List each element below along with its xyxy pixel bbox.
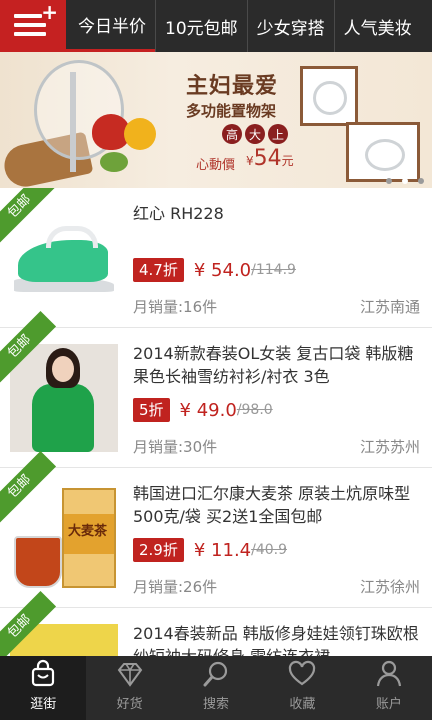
nav-label: 逛街 [30,697,57,712]
nav-label: 搜索 [203,697,230,712]
promo-banner[interactable]: 主妇最爱 多功能置物架 高 大 上 心動價 ¥54元 [0,52,432,188]
bottom-nav-bar: 逛街 好货 搜索 收藏 账户 [0,656,432,720]
green-vegetable-image [100,152,128,172]
nav-label: 账户 [375,697,402,712]
nav-good-picks[interactable]: 好货 [86,656,172,720]
location: 江苏南通 [359,298,420,316]
sale-price: ¥ 11.4 [193,539,252,561]
product-image-blouse [10,344,118,452]
original-price: /40.9 [251,542,288,558]
sale-price: ¥ 49.0 [179,399,237,421]
carousel-dots [386,178,424,184]
nav-favorites[interactable]: 收藏 [259,656,345,720]
menu-line [14,32,46,36]
product-photo-frame [300,66,358,126]
sale-price: ¥ 54.0 [193,259,252,281]
plus-icon: + [41,0,58,24]
carousel-dot-active[interactable] [402,178,408,184]
price-row: 5折 ¥ 49.0 /98.0 [133,398,273,422]
original-price: /98.0 [236,402,273,418]
monthly-sales: 月销量:26件 [133,578,218,596]
location: 江苏苏州 [359,438,420,456]
nav-search[interactable]: 搜索 [173,656,259,720]
carousel-dot[interactable] [418,178,424,184]
pepper-image [124,118,156,150]
banner-currency: ¥ [246,154,254,168]
nav-browse[interactable]: 逛街 [0,656,87,720]
user-icon [374,659,404,689]
banner-price-value: 54 [253,146,282,171]
banner-price: ¥54元 [246,146,294,171]
product-item[interactable]: 包邮 红心 RH228 4.7折 ¥ 54.0 /114.9 月销量:16件 江… [0,188,432,328]
tab-popular-beauty[interactable]: 人气美妆 [333,0,421,52]
rack-photo [313,81,347,115]
search-icon [201,659,231,689]
product-title: 2014春装新品 韩版修身娃娃领钉珠欧根纱短袖大码修身 雪纺连衣裙 [133,624,419,656]
discount-badge: 2.9折 [133,538,184,562]
heart-icon [287,659,317,689]
original-price: /114.9 [251,262,296,278]
banner-tag: 上 [268,124,288,144]
discount-badge: 5折 [133,398,170,422]
top-nav-bar: + 今日半价 10元包邮 少女穿搭 人气美妆 [0,0,432,52]
monthly-sales: 月销量:30件 [133,438,218,456]
location: 江苏徐州 [359,578,420,596]
green-blouse [32,384,94,452]
tab-half-price[interactable]: 今日半价 [66,0,155,52]
diamond-icon [115,659,145,689]
product-item[interactable]: 大麦茶 包邮 韩国进口汇尔康大麦茶 原装土炕原味型 500克/袋 买2送1全国包… [0,450,432,608]
carousel-dot[interactable] [386,178,392,184]
product-title: 红心 RH228 [133,204,224,223]
banner-price-label: 心動價 [196,158,236,173]
nav-label: 好货 [116,697,143,712]
product-image-iron [10,204,118,312]
tab-free-shipping[interactable]: 10元包邮 [155,0,247,52]
rack-image [70,72,76,172]
product-item[interactable]: 包邮 2014春装新品 韩版修身娃娃领钉珠欧根纱短袖大码修身 雪纺连衣裙 [0,590,432,656]
product-list: 包邮 红心 RH228 4.7折 ¥ 54.0 /114.9 月销量:16件 江… [0,188,432,656]
tea-box: 大麦茶 [62,488,116,588]
banner-price-unit: 元 [281,154,294,168]
model-face [52,356,74,382]
banner-subtitle: 多功能置物架 [186,102,277,120]
banner-tags: 高 大 上 [222,124,288,144]
nav-label: 收藏 [289,697,316,712]
price-row: 4.7折 ¥ 54.0 /114.9 [133,258,296,282]
product-image-tea: 大麦茶 [10,484,118,592]
product-item[interactable]: 包邮 2014新款春装OL女装 复古口袋 韩版糖果色长袖雪纺衬衫/衬衣 3色 5… [0,310,432,468]
menu-line [14,14,42,18]
product-title: 韩国进口汇尔康大麦茶 原装土炕原味型 500克/袋 买2送1全国包邮 [133,484,411,526]
price-row: 2.9折 ¥ 11.4 /40.9 [133,538,287,562]
banner-title: 主妇最爱 [186,74,279,99]
tab-girls-outfits[interactable]: 少女穿搭 [246,0,334,52]
bag-icon [28,659,58,689]
tea-box-label: 大麦茶 [68,524,108,539]
discount-badge: 4.7折 [133,258,184,282]
banner-tag: 大 [245,124,265,144]
product-title: 2014新款春装OL女装 复古口袋 韩版糖果色长袖雪纺衬衫/衬衣 3色 [133,344,414,386]
menu-add-icon[interactable]: + [0,0,66,52]
nav-account[interactable]: 账户 [346,656,432,720]
product-photo-frame [346,122,420,182]
rack-photo [365,139,405,171]
iron-handle [46,226,98,248]
banner-tag: 高 [222,124,242,144]
tea-glass [14,536,62,588]
category-tabs: 今日半价 10元包邮 少女穿搭 人气美妆 [66,0,432,52]
monthly-sales: 月销量:16件 [133,298,218,316]
